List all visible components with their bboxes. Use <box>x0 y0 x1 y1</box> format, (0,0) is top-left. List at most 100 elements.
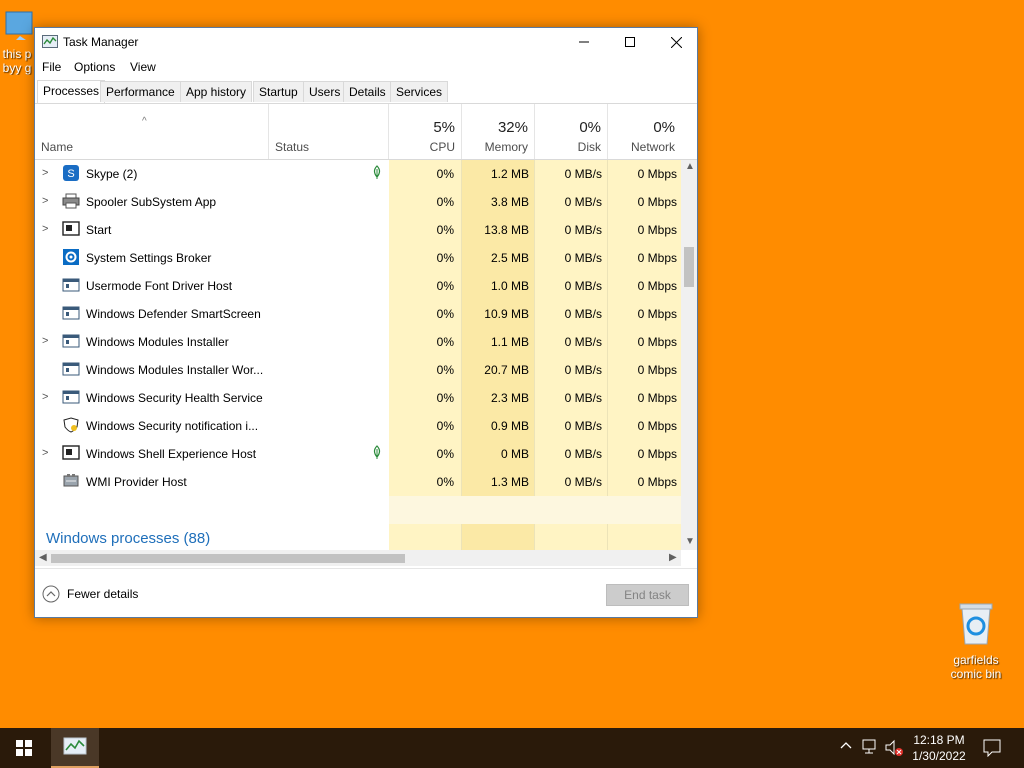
scroll-right-arrow-icon[interactable]: ▶ <box>669 552 677 563</box>
column-header-network[interactable]: 0% Network <box>608 104 681 159</box>
memory-value: 13.8 MB <box>484 223 529 237</box>
network-value: 0 Mbps <box>637 447 677 461</box>
taskbar-task-manager-button[interactable] <box>51 728 99 768</box>
table-row[interactable]: Windows Modules Installer Wor... 0% 20.7 M… <box>35 356 681 384</box>
desktop-icon-this-pc[interactable]: this p byy g <box>0 10 34 75</box>
table-row[interactable]: > Windows Security Health Service 0% 2.3 MB… <box>35 384 681 412</box>
column-header-status[interactable]: Status <box>269 104 389 159</box>
disk-value: 0 MB/s <box>564 391 602 405</box>
process-name: Usermode Font Driver Host <box>86 279 233 293</box>
table-row[interactable]: > S Skype (2) 0% 1.2 MB 0 MB/s 0 Mbps <box>35 160 681 188</box>
chevron-right-icon[interactable]: > <box>42 223 52 235</box>
table-row[interactable]: > Windows Modules Installer 0% 1.1 MB 0 MB/s… <box>35 328 681 356</box>
minimize-icon <box>579 41 589 43</box>
table-row[interactable]: WMI Provider Host 0% 1.3 MB 0 MB/s 0 Mbps <box>35 468 681 496</box>
desktop-icon-recycle-bin[interactable]: garfields comic bin <box>940 600 1012 681</box>
taskbar: 12:18 PM 1/30/2022 <box>0 728 1024 768</box>
menu-bar: File Options View <box>35 56 697 78</box>
network-value: 0 Mbps <box>637 391 677 405</box>
clock-time: 12:18 PM <box>913 733 965 747</box>
fewer-details-button[interactable]: Fewer details <box>42 585 138 603</box>
wmi-icon <box>62 473 80 489</box>
memory-value: 2.5 MB <box>490 251 529 265</box>
memory-value: 1.2 MB <box>490 167 529 181</box>
chevron-right-icon[interactable]: > <box>42 167 52 179</box>
recycle-bin-icon <box>959 603 993 645</box>
task-manager-icon <box>42 35 58 48</box>
start-button[interactable] <box>0 728 48 768</box>
table-row[interactable]: Windows Security notification i... 0% 0.9 … <box>35 412 681 440</box>
vertical-scroll-thumb[interactable] <box>684 247 694 287</box>
table-row[interactable]: > Start 0% 13.8 MB 0 MB/s 0 Mbps <box>35 216 681 244</box>
title-bar[interactable]: Task Manager <box>35 28 697 56</box>
network-value: 0 Mbps <box>637 335 677 349</box>
horizontal-scroll-thumb[interactable] <box>51 554 405 563</box>
maximize-button[interactable] <box>607 28 653 56</box>
cpu-value: 0% <box>436 307 454 321</box>
column-header-disk[interactable]: 0% Disk <box>535 104 608 159</box>
tab-strip: Processes Performance App history Startu… <box>35 80 697 104</box>
process-name: Windows Defender SmartScreen <box>86 307 261 321</box>
chevron-right-icon[interactable]: > <box>42 391 52 403</box>
table-row[interactable]: > Spooler SubSystem App 0% 3.8 MB 0 MB/s 0 Mb… <box>35 188 681 216</box>
close-icon <box>670 36 682 48</box>
tab-performance[interactable]: Performance <box>100 81 181 102</box>
memory-value: 1.3 MB <box>490 475 529 489</box>
disk-value: 0 MB/s <box>564 279 602 293</box>
tab-app-history[interactable]: App history <box>180 81 253 102</box>
disk-value: 0 MB/s <box>564 307 602 321</box>
tab-details[interactable]: Details <box>343 81 392 102</box>
chevron-right-icon[interactable]: > <box>42 335 52 347</box>
chevron-right-icon[interactable]: > <box>42 447 52 459</box>
close-button[interactable] <box>653 28 699 56</box>
horizontal-scrollbar[interactable]: ◀ ▶ <box>35 550 681 566</box>
task-manager-taskbar-icon <box>63 737 87 755</box>
end-task-button[interactable]: End task <box>606 584 689 606</box>
action-center-icon[interactable] <box>983 739 1001 760</box>
window-app-icon <box>62 361 80 377</box>
network-value: 0 Mbps <box>637 307 677 321</box>
memory-value: 10.9 MB <box>484 307 529 321</box>
gear-icon <box>62 249 80 265</box>
show-hidden-icons-chevron-icon[interactable] <box>840 739 852 754</box>
taskbar-clock[interactable]: 12:18 PM 1/30/2022 <box>900 732 978 764</box>
scroll-up-arrow-icon[interactable]: ▲ <box>685 161 695 172</box>
window-app-icon <box>62 305 80 321</box>
cpu-value: 0% <box>436 251 454 265</box>
chevron-right-icon[interactable]: > <box>42 195 52 207</box>
tab-processes[interactable]: Processes <box>37 80 106 103</box>
tab-startup[interactable]: Startup <box>253 81 304 102</box>
network-value: 0 Mbps <box>637 223 677 237</box>
scroll-left-arrow-icon[interactable]: ◀ <box>39 552 47 563</box>
svg-text:S: S <box>67 168 74 180</box>
process-name: Windows Security Health Service <box>86 391 263 405</box>
column-memory-label: Memory <box>484 140 528 154</box>
network-value: 0 Mbps <box>637 167 677 181</box>
table-row[interactable]: Windows Defender SmartScreen 0% 10.9 MB 0 M… <box>35 300 681 328</box>
group-header-windows-processes[interactable]: Windows processes (88) <box>46 530 210 547</box>
column-header-name[interactable]: ^ Name <box>35 104 269 159</box>
minimize-button[interactable] <box>561 28 607 56</box>
cpu-value: 0% <box>436 363 454 377</box>
memory-total-percent: 32% <box>497 119 528 136</box>
tab-services[interactable]: Services <box>390 81 449 102</box>
memory-value: 1.0 MB <box>490 279 529 293</box>
disk-value: 0 MB/s <box>564 251 602 265</box>
tab-users[interactable]: Users <box>303 81 347 102</box>
column-header-cpu[interactable]: 5% CPU <box>389 104 462 159</box>
memory-value: 2.3 MB <box>490 391 529 405</box>
column-disk-label: Disk <box>577 140 601 154</box>
menu-file[interactable]: File <box>42 60 61 74</box>
menu-view[interactable]: View <box>130 60 156 74</box>
network-icon[interactable] <box>862 739 880 758</box>
menu-options[interactable]: Options <box>74 60 115 74</box>
scroll-down-arrow-icon[interactable]: ▼ <box>685 536 695 547</box>
table-row[interactable]: > Windows Shell Experience Host 0% 0 MB 0 MB… <box>35 440 681 468</box>
network-value: 0 Mbps <box>637 475 677 489</box>
cpu-value: 0% <box>436 195 454 209</box>
table-row[interactable]: System Settings Broker 0% 2.5 MB 0 MB/s 0 Mb… <box>35 244 681 272</box>
table-row[interactable]: Usermode Font Driver Host 0% 1.0 MB 0 MB/s 0… <box>35 272 681 300</box>
desktop-icon-label: this p <box>2 47 32 61</box>
vertical-scrollbar[interactable]: ▲ ▼ <box>681 160 697 550</box>
column-header-memory[interactable]: 32% Memory <box>462 104 535 159</box>
